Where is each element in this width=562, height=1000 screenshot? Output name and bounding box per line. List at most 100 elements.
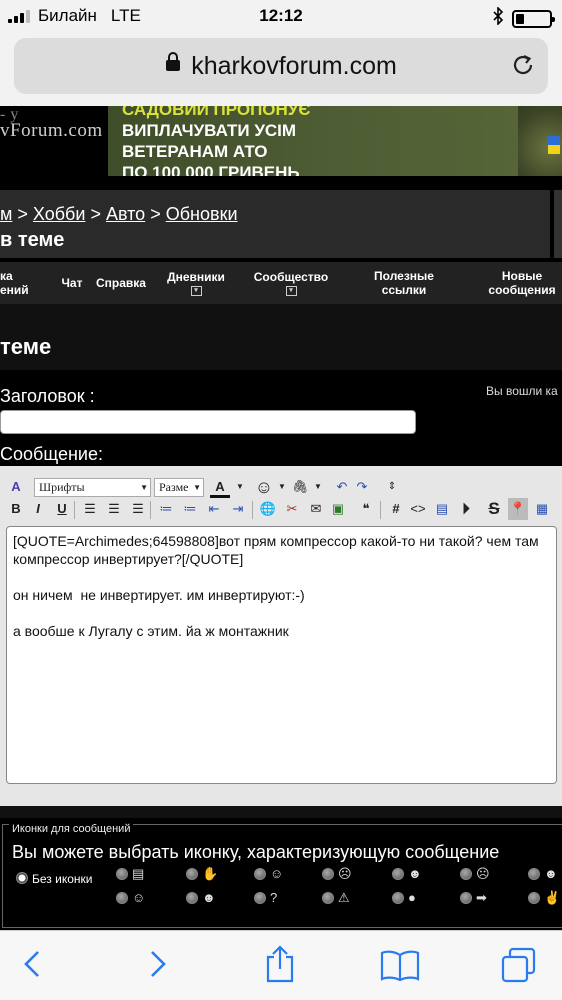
icon-radio[interactable] xyxy=(392,868,404,880)
breadcrumb-home[interactable]: м xyxy=(0,204,12,224)
angry-icon: ☹ xyxy=(338,866,352,881)
icon-radio[interactable] xyxy=(116,868,128,880)
chevron-down-icon[interactable]: ▼ xyxy=(272,476,292,498)
breadcrumb-auto[interactable]: Авто xyxy=(106,204,145,224)
font-select[interactable]: Шрифты ▼ xyxy=(34,478,151,497)
font-color-icon[interactable]: A xyxy=(210,476,230,498)
advertisement[interactable]: САДОВИЙ ПРОПОНУЄ ВИПЛАЧУВАТИ УСІМ ВЕТЕРА… xyxy=(108,106,562,176)
underline-icon[interactable]: U xyxy=(52,498,72,520)
lock-icon xyxy=(165,50,181,79)
italic-icon[interactable]: I xyxy=(28,498,48,520)
icon-radio[interactable] xyxy=(322,868,334,880)
align-left-icon[interactable]: ☰ xyxy=(80,498,100,520)
code-icon[interactable]: # xyxy=(386,498,406,520)
indent-icon[interactable]: ⇥ xyxy=(228,498,248,520)
resize-icon[interactable]: ⇕ xyxy=(382,476,402,498)
remove-format-icon[interactable]: A xyxy=(6,476,26,498)
flag-icon xyxy=(548,136,560,154)
icon-radio[interactable] xyxy=(322,892,334,904)
breadcrumb-updates[interactable]: Обновки xyxy=(166,204,238,224)
side-panel-edge xyxy=(554,190,562,258)
nav-item-diaries[interactable]: Дневники ▾ xyxy=(160,262,232,304)
smiley-icon[interactable]: ☺ xyxy=(254,476,274,498)
warning-icon: ⚠ xyxy=(338,890,350,905)
battery-icon xyxy=(512,9,555,28)
chevron-down-icon[interactable]: ▼ xyxy=(308,476,328,498)
breadcrumb-hobby[interactable]: Хобби xyxy=(33,204,86,224)
nav-item-help[interactable]: Справка xyxy=(92,262,150,304)
email-icon[interactable]: ✉ xyxy=(306,498,326,520)
tabs-icon[interactable] xyxy=(500,947,538,988)
outdent-icon[interactable]: ⇤ xyxy=(204,498,224,520)
nav-item-chat[interactable]: Чат xyxy=(54,262,90,304)
nav-item-new-posts[interactable]: Новые сообщения xyxy=(482,262,562,304)
back-icon[interactable] xyxy=(22,949,42,984)
quote-icon[interactable]: ❝ xyxy=(356,498,376,520)
unlink-icon[interactable]: ✂ xyxy=(282,498,302,520)
address-bar-area: kharkovforum.com xyxy=(0,32,562,106)
forward-icon[interactable] xyxy=(148,949,168,984)
message-label: Сообщение: xyxy=(0,444,103,464)
thumbs-down-icon: ✋ xyxy=(202,866,219,881)
align-center-icon[interactable]: ☰ xyxy=(104,498,124,520)
address-bar[interactable]: kharkovforum.com xyxy=(14,38,548,94)
site-banner: - у vForum.com САДОВИЙ ПРОПОНУЄ ВИПЛАЧУВ… xyxy=(0,106,562,176)
redo-icon[interactable]: ↷ xyxy=(352,476,372,498)
size-select[interactable]: Разме ▼ xyxy=(154,478,204,497)
forum-navbar: ка ений Чат Справка Дневники ▾ Сообществ… xyxy=(0,262,562,304)
breadcrumb: м > Хобби > Авто > Обновки в теме xyxy=(0,190,550,258)
undo-icon[interactable]: ↶ xyxy=(332,476,352,498)
lightbulb-icon: ● xyxy=(408,890,416,905)
title-label: Заголовок : xyxy=(0,386,95,406)
reply-form: Заголовок : Вы вошли ка Сообщение: xyxy=(0,370,562,466)
icon-radio[interactable] xyxy=(254,892,266,904)
clock: 12:12 xyxy=(259,6,303,25)
ordered-list-icon[interactable]: ≔ xyxy=(156,498,176,520)
title-input[interactable] xyxy=(0,410,416,434)
icon-radio[interactable] xyxy=(186,868,198,880)
image-icon[interactable]: ▣ xyxy=(328,498,348,520)
frown-icon: ☹ xyxy=(476,866,490,881)
dropdown-icon: ▾ xyxy=(285,286,297,296)
video-icon[interactable]: ⏵ xyxy=(456,498,476,520)
attachment-icon[interactable]: 🖇 xyxy=(290,476,310,498)
icon-radio[interactable] xyxy=(528,868,540,880)
bold-icon[interactable]: B xyxy=(6,498,26,520)
bookmarks-icon[interactable] xyxy=(380,949,420,986)
thumbs-up-icon: ✌ xyxy=(544,890,561,905)
happy-icon: ☺ xyxy=(132,890,146,905)
shock-icon: ☻ xyxy=(544,866,558,881)
reload-icon[interactable] xyxy=(510,52,536,83)
html-icon[interactable]: <> xyxy=(408,498,428,520)
icon-radio[interactable] xyxy=(186,892,198,904)
nav-item-cut[interactable]: ка ений xyxy=(0,262,38,304)
no-icon-label: Без иконки xyxy=(32,872,93,886)
message-textarea[interactable]: [QUOTE=Archimedes;64598808]вот прям комп… xyxy=(6,526,557,784)
smile-icon: ☺ xyxy=(270,866,284,881)
status-bar: Билайн LTE 12:12 xyxy=(0,0,562,32)
icon-radio[interactable] xyxy=(460,892,472,904)
share-icon[interactable] xyxy=(264,945,296,988)
icon-radio[interactable] xyxy=(392,892,404,904)
no-icon-radio[interactable] xyxy=(16,872,28,884)
php-icon[interactable]: ▤ xyxy=(432,498,452,520)
nav-item-community[interactable]: Сообщество ▾ xyxy=(246,262,336,304)
nav-item-links[interactable]: Полезные ссылки xyxy=(356,262,452,304)
icon-radio[interactable] xyxy=(116,892,128,904)
table-icon[interactable]: ▦ xyxy=(532,498,552,520)
bluetooth-icon xyxy=(492,6,504,30)
link-icon[interactable]: 🌐 xyxy=(258,498,278,520)
logged-in-text: Вы вошли ка xyxy=(486,384,558,398)
site-logo[interactable]: - у vForum.com xyxy=(0,106,103,142)
post-icons-section: Иконки для сообщений Вы можете выбрать и… xyxy=(0,818,562,930)
map-icon[interactable]: 📍 xyxy=(508,498,528,520)
chevron-down-icon[interactable]: ▼ xyxy=(230,476,250,498)
strikethrough-icon[interactable]: S xyxy=(484,498,504,520)
question-icon: ? xyxy=(270,890,278,905)
icon-radio[interactable] xyxy=(528,892,540,904)
unordered-list-icon[interactable]: ≔ xyxy=(180,498,200,520)
message-editor: A Шрифты ▼ Разме ▼ A ▼ ☺ ▼ 🖇 ▼ ↶ ↷ ⇕ B I U… xyxy=(0,466,562,806)
align-right-icon[interactable]: ☰ xyxy=(128,498,148,520)
icon-radio[interactable] xyxy=(460,868,472,880)
icon-radio[interactable] xyxy=(254,868,266,880)
